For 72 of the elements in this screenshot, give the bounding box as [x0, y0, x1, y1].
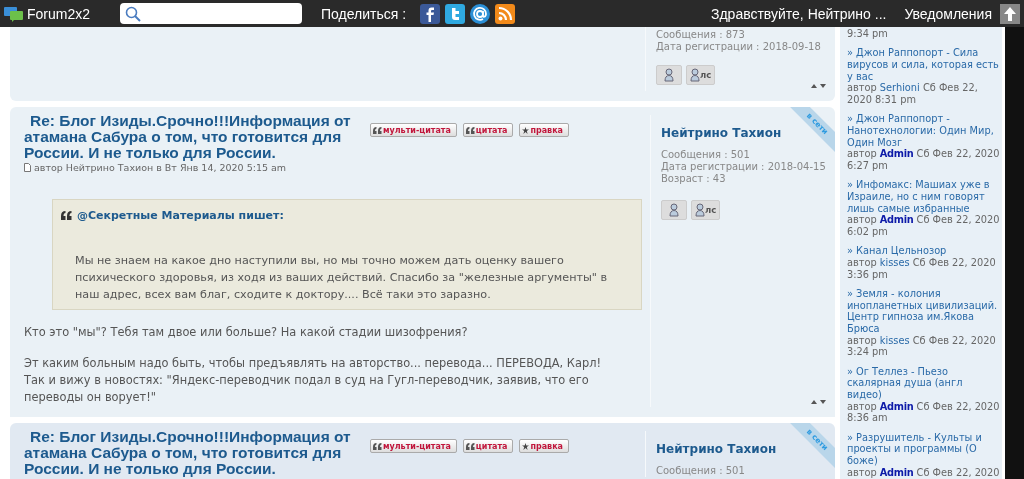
profile-stat: Возраст : 43	[661, 173, 727, 185]
topic-byline: автор kisses Сб Фев 22, 2020 3:24 pm	[847, 334, 997, 359]
document-icon	[24, 163, 31, 172]
star-icon	[522, 442, 530, 450]
site-logo[interactable]: Forum2x2	[4, 5, 91, 22]
up-down-arrows-icon[interactable]	[811, 83, 827, 89]
author-link[interactable]: kisses	[879, 334, 910, 346]
author-name[interactable]: Нейтрино Тахион	[661, 126, 782, 140]
topic-link[interactable]: » Разрушитель - Культы и проекты и программы (О боже)	[847, 431, 1000, 467]
chat-bubbles-icon	[4, 5, 24, 22]
topic-link[interactable]: » Инфомакс: Машиах уже в Израиле, но с ним говорят лишь самые избранные	[847, 179, 1000, 215]
post-meta: автор Нейтрино Тахион в Вт Янв 14, 2020 5:15 am	[34, 162, 287, 173]
quote-header: @Секретные Материалы пишет:	[77, 209, 284, 222]
user-icon	[690, 68, 700, 82]
search-field[interactable]	[120, 3, 303, 24]
topic-link[interactable]: » Канал Цельнозор	[847, 245, 1000, 257]
profile-stat: Сообщения : 501	[656, 465, 746, 477]
quote-icon	[373, 126, 382, 134]
twitter-icon[interactable]	[445, 3, 466, 24]
user-icon	[669, 203, 679, 217]
quote-text: Мы не знаем на какое дно наступили вы, но мы точно можем дать оценку вашего психического здоровья, из ходя из ваших действий. Спасибо за "железные аргументы" в наш адрес, всех вам благ, сходите к доктору.... Всё таки это заразно.	[75, 253, 609, 303]
greeting-link[interactable]: Здравствуйте, Нейтрино ...	[710, 5, 887, 22]
facebook-icon[interactable]	[420, 3, 441, 24]
topic-date: 9:34 pm	[847, 28, 889, 40]
up-down-arrows-icon[interactable]	[811, 399, 827, 405]
quote-icon	[61, 211, 72, 220]
topic-byline: автор Admin Сб Фев 22, 2020	[847, 466, 1000, 479]
quote-icon	[373, 442, 382, 450]
rss-icon[interactable]	[495, 3, 516, 24]
post-text: Эт каким больным надо быть, чтобы предъявлять на авторство... перевода... ПЕРЕВОДА, Карл! Так и вижу в новостях: "Яндекс-переводчик подал в суд на Гугл-переводчик, заявив, что его переводы он ворует!"	[24, 355, 602, 406]
post-title[interactable]: Re: Блог Изиды.Срочно!!!Информация от атамана Сабура о том, что готовится для России. И не только для России.	[24, 113, 364, 161]
quote-icon	[465, 442, 475, 450]
search-icon	[125, 5, 142, 22]
private-message-button[interactable]: лс	[686, 65, 716, 85]
user-icon	[664, 68, 674, 82]
author-link[interactable]: Serhioni	[879, 82, 920, 94]
user-icon	[695, 203, 705, 217]
profile-stat: Дата регистрации : 2018-04-15	[661, 161, 827, 173]
author-link[interactable]: Admin	[879, 400, 914, 412]
topic-link[interactable]: » Ог Теллез - Пьезо скалярная душа (англ видео)	[847, 365, 1000, 401]
topic-link[interactable]: » Джон Раппопорт - Сила вирусов и сила, которая есть у вас	[847, 47, 1000, 83]
quote-button[interactable]: цитата	[462, 123, 514, 137]
topic-byline: автор kisses Сб Фев 22, 2020 3:36 pm	[847, 256, 997, 281]
author-link[interactable]: Admin	[879, 214, 914, 226]
quote-button[interactable]: мульти-цитата	[370, 123, 457, 137]
notifications-link[interactable]: Уведомления	[904, 5, 992, 22]
share-label: Поделиться :	[321, 5, 407, 22]
topic-link[interactable]: » Джон Раппопорт - Нанотехнологии: Один Мир, Один Мозг	[847, 113, 1000, 149]
profile-button[interactable]	[661, 200, 687, 220]
author-link[interactable]: kisses	[879, 256, 910, 268]
profile-stat: Сообщения : 501	[661, 149, 751, 161]
profile-stat: Сообщения : 873	[656, 29, 746, 41]
private-message-button[interactable]: лс	[691, 200, 721, 220]
topic-byline: автор Admin Сб Фев 22, 2020 8:36 am	[847, 400, 1000, 425]
topic-byline: автор Serhioni Сб Фев 22, 2020 8:31 pm	[847, 82, 979, 106]
star-icon	[522, 126, 530, 134]
quote-icon	[465, 126, 475, 134]
post-text: Кто это "мы"? Тебя там двое или больше? На какой стадии шизофрения?	[24, 324, 469, 341]
edit-button[interactable]: правка	[519, 123, 569, 137]
author-link[interactable]: Admin	[879, 148, 914, 160]
author-link[interactable]: Admin	[879, 466, 914, 478]
profile-button[interactable]	[656, 65, 682, 85]
topic-byline: автор Admin Сб Фев 22, 2020 6:27 pm	[847, 148, 1000, 172]
edit-button[interactable]: правка	[519, 439, 569, 453]
topic-byline: автор Admin Сб Фев 22, 2020 6:02 pm	[847, 214, 1000, 238]
profile-stat: Дата регистрации : 2018-09-18	[656, 41, 822, 53]
quote-button[interactable]: цитата	[462, 439, 514, 453]
scroll-top-button[interactable]	[1000, 3, 1020, 24]
author-name[interactable]: Нейтрино Тахион	[656, 442, 777, 456]
post-title[interactable]: Re: Блог Изиды.Срочно!!!Информация от атамана Сабура о том, что готовится для России. И не только для России.	[24, 429, 364, 477]
quote-button[interactable]: мульти-цитата	[370, 439, 457, 453]
email-icon[interactable]	[470, 3, 491, 24]
